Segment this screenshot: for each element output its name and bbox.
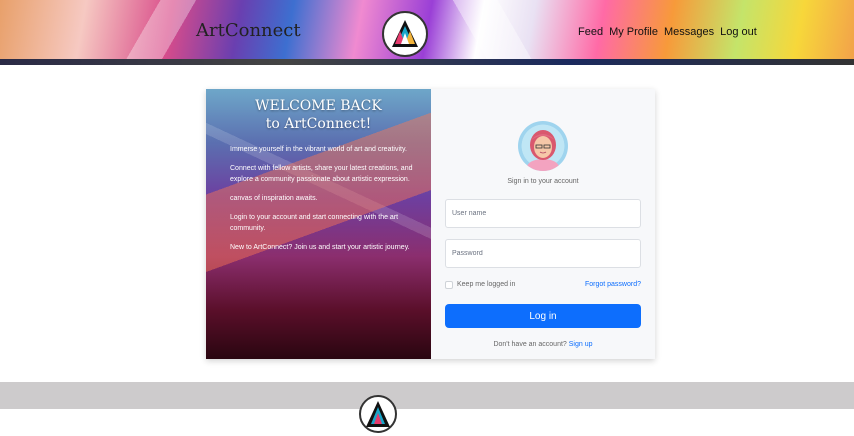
- nav-messages[interactable]: Messages: [664, 26, 714, 38]
- welcome-paragraphs: Immerse yourself in the vibrant world of…: [230, 144, 416, 261]
- welcome-paragraph: New to ArtConnect? Join us and start you…: [230, 244, 410, 251]
- signup-row: Don't have an account? Sign up: [431, 341, 655, 348]
- keep-logged-checkbox[interactable]: [445, 281, 453, 289]
- welcome-paragraph: Connect with fellow artists, share your …: [230, 165, 413, 183]
- login-button[interactable]: Log in: [445, 304, 641, 328]
- keep-logged-label[interactable]: Keep me logged in: [457, 281, 515, 288]
- welcome-title: WELCOME BACK to ArtConnect!: [206, 97, 431, 133]
- welcome-paragraph: Login to your account and start connecti…: [230, 214, 399, 232]
- brand-name[interactable]: ArtConnect: [196, 20, 301, 41]
- signin-subtitle: Sign in to your account: [507, 178, 579, 185]
- no-account-text: Don't have an account?: [493, 341, 567, 348]
- welcome-title-line1: WELCOME BACK: [255, 98, 382, 114]
- forgot-password-link[interactable]: Forgot password?: [585, 281, 641, 288]
- footer-logo-mark-icon: [366, 401, 390, 427]
- welcome-panel: WELCOME BACK to ArtConnect! Immerse your…: [206, 89, 431, 359]
- password-input[interactable]: [445, 239, 641, 268]
- footer-logo-icon: [359, 395, 397, 433]
- login-card: WELCOME BACK to ArtConnect! Immerse your…: [206, 89, 655, 359]
- avatar: [518, 121, 568, 171]
- nav-logout[interactable]: Log out: [720, 26, 757, 38]
- welcome-paragraph: canvas of inspiration awaits.: [230, 195, 318, 202]
- logo-icon[interactable]: [382, 11, 428, 57]
- nav-feed[interactable]: Feed: [578, 26, 603, 38]
- signup-link[interactable]: Sign up: [569, 341, 593, 348]
- username-input[interactable]: [445, 199, 641, 228]
- welcome-paragraph: Immerse yourself in the vibrant world of…: [230, 146, 407, 153]
- avatar-illustration-icon: [527, 130, 559, 171]
- welcome-title-line2: to ArtConnect!: [265, 116, 372, 132]
- nav-my-profile[interactable]: My Profile: [609, 26, 658, 38]
- login-form-panel: Sign in to your account Keep me logged i…: [431, 89, 655, 359]
- login-options-row: Keep me logged in Forgot password?: [445, 280, 641, 290]
- header: ArtConnect Feed My Profile Messages Log …: [0, 0, 854, 65]
- footer: [0, 382, 854, 433]
- main-nav: Feed My Profile Messages Log out: [578, 26, 763, 38]
- logo-mark-icon: [392, 20, 418, 47]
